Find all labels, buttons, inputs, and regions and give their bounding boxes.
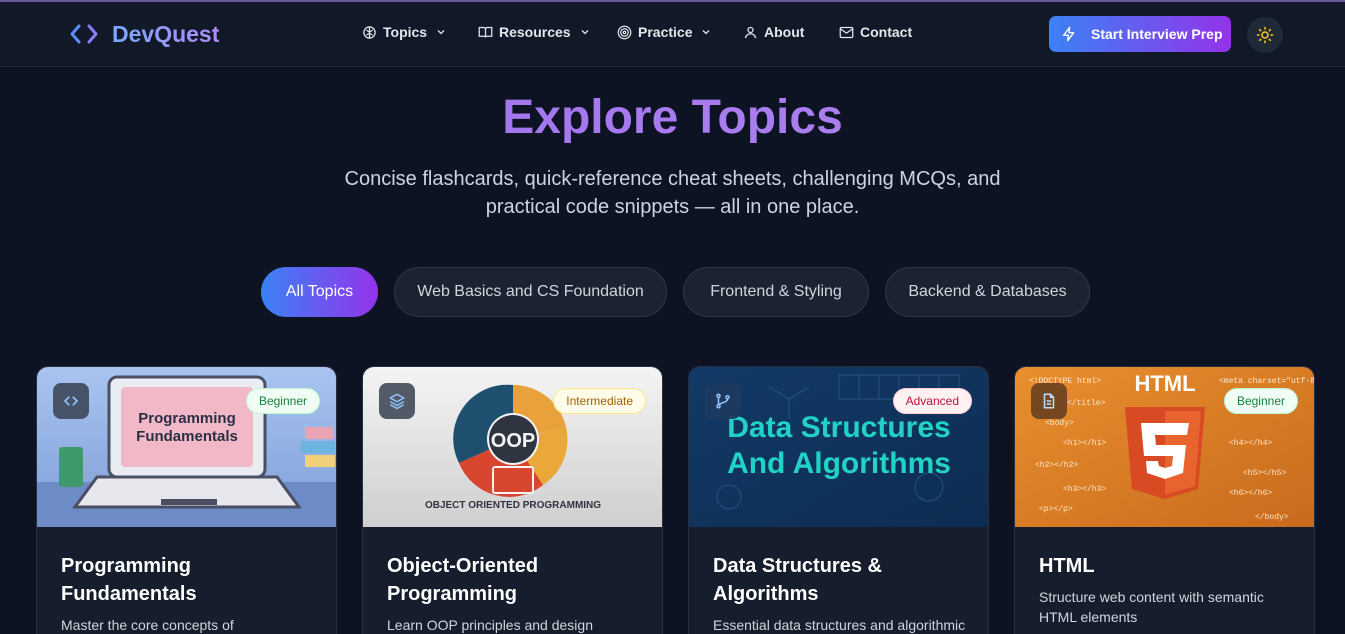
card-category-icon xyxy=(379,383,415,419)
card-image-text: <h6></h6> xyxy=(1229,489,1272,498)
chevron-down-icon xyxy=(581,30,589,35)
code-brackets-icon xyxy=(70,24,98,44)
card-image-text: <meta charset="utf-8"> xyxy=(1219,377,1315,386)
filter-all-topics[interactable]: All Topics xyxy=(261,267,378,317)
topic-card-programming-fundamentals[interactable]: Programming Fundamentals Beginner Progra… xyxy=(36,366,337,634)
book-icon xyxy=(478,26,493,38)
level-badge: Beginner xyxy=(1223,388,1298,414)
card-title: Data Structures & Algorithms xyxy=(713,555,882,605)
target-icon xyxy=(617,25,632,39)
mail-icon xyxy=(839,26,854,38)
page-title: Explore Topics xyxy=(0,90,1345,145)
topic-card-dsa[interactable]: Data Structures And Algorithms Advanced … xyxy=(688,366,989,634)
card-image-text: </title> xyxy=(1067,399,1106,408)
filter-frontend[interactable]: Frontend & Styling xyxy=(683,267,869,317)
logo-text: DevQuest xyxy=(112,20,220,47)
card-title: HTML xyxy=(1039,555,1095,577)
topic-card-html[interactable]: HTML <!DOCTYPE html> <meta charset="utf-… xyxy=(1014,366,1315,634)
card-title: Programming Fundamentals xyxy=(61,555,197,605)
lightning-icon xyxy=(1063,26,1075,42)
code-icon xyxy=(63,396,79,406)
card-image-text: </body> xyxy=(1255,513,1289,522)
brain-icon xyxy=(363,25,376,39)
page-subtitle: Concise flashcards, quick-reference chea… xyxy=(344,168,1001,218)
card-description: Learn OOP principles and design xyxy=(387,617,593,633)
nav-contact[interactable]: Contact xyxy=(839,24,912,40)
card-category-icon xyxy=(705,383,741,419)
start-interview-prep-button[interactable]: Start Interview Prep xyxy=(1049,16,1231,52)
nav-topics[interactable]: Topics xyxy=(362,24,447,40)
nav-about-label: About xyxy=(764,24,805,40)
user-icon xyxy=(744,26,757,38)
filter-backend[interactable]: Backend & Databases xyxy=(885,267,1090,317)
chevron-down-icon xyxy=(703,30,710,35)
site-header: DevQuest Topics Resources Practice About… xyxy=(0,2,1345,67)
sun-icon xyxy=(1256,26,1274,44)
level-badge: Intermediate xyxy=(553,388,646,414)
theme-toggle-button[interactable] xyxy=(1247,17,1283,53)
nav-contact-label: Contact xyxy=(860,24,913,40)
card-image-text: <h5></h5> xyxy=(1243,469,1286,478)
filter-web-basics[interactable]: Web Basics and CS Foundation xyxy=(394,267,667,317)
card-description: Structure web content with semantic HTML… xyxy=(1039,589,1264,625)
card-image-text: <h4></h4> xyxy=(1229,439,1272,448)
card-image-text: HTML xyxy=(1134,371,1195,396)
card-image-text: Data Structures xyxy=(727,411,950,444)
topic-card-oop[interactable]: OOP OBJECT ORIENTED PROGRAMMING Intermed… xyxy=(362,366,663,634)
cta-label: Start Interview Prep xyxy=(1091,26,1223,42)
level-badge: Beginner xyxy=(245,388,320,414)
nav-resources[interactable]: Resources xyxy=(478,24,591,40)
level-badge: Advanced xyxy=(892,388,972,414)
file-icon xyxy=(1043,393,1055,409)
card-image-text: <h3></h3> xyxy=(1063,485,1106,494)
card-image-text: <h1></h1> xyxy=(1063,439,1106,448)
card-description: Essential data structures and algorithmi… xyxy=(713,617,966,633)
git-branch-icon xyxy=(716,393,730,409)
card-image-text: <body> xyxy=(1045,419,1074,428)
card-category-icon xyxy=(1031,383,1067,419)
chevron-down-icon xyxy=(437,30,445,35)
nav-topics-label: Topics xyxy=(383,24,428,40)
card-image-text: <h2></h2> xyxy=(1035,461,1078,470)
card-image-text: Programming xyxy=(138,410,236,427)
card-description: Master the core concepts of xyxy=(61,617,234,633)
layers-icon xyxy=(389,393,405,410)
card-image-text: Fundamentals xyxy=(136,428,238,445)
nav-practice[interactable]: Practice xyxy=(617,24,712,40)
nav-practice-label: Practice xyxy=(638,24,693,40)
card-image-text: <p></p> xyxy=(1039,505,1073,514)
nav-about[interactable]: About xyxy=(743,24,804,40)
nav-resources-label: Resources xyxy=(499,24,571,40)
card-image-text: And Algorithms xyxy=(727,447,951,480)
card-category-icon xyxy=(53,383,89,419)
card-title: Object-Oriented Programming xyxy=(387,555,539,605)
card-image-text: OBJECT ORIENTED PROGRAMMING xyxy=(425,500,601,511)
logo[interactable]: DevQuest xyxy=(68,20,219,48)
card-image-text: OOP xyxy=(491,430,535,452)
